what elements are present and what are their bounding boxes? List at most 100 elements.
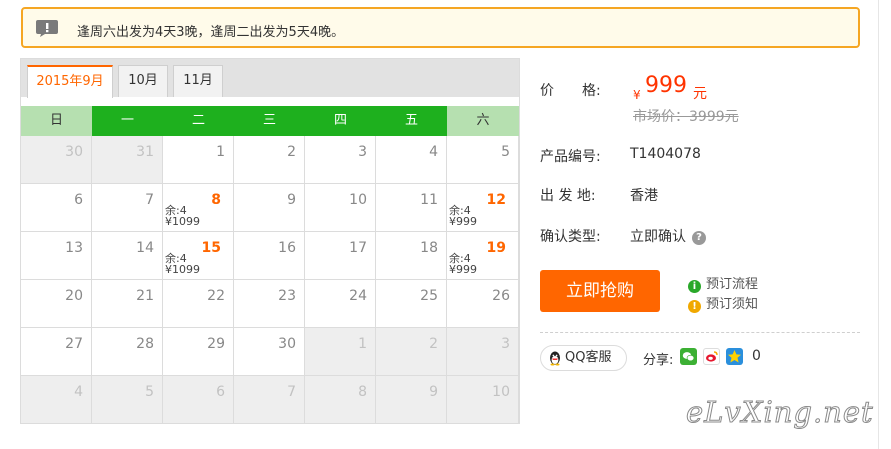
day-number: 13: [65, 240, 83, 256]
share-label: 分享:: [643, 353, 674, 368]
day-number: 17: [349, 240, 367, 256]
calendar-day[interactable]: 8 余:4 ¥1099: [163, 184, 234, 232]
calendar-day: 4: [21, 376, 92, 424]
wechat-icon[interactable]: [680, 348, 697, 365]
booking-flow-link[interactable]: i 预订流程: [688, 273, 758, 293]
day-number: 3: [501, 336, 510, 352]
day-number: 14: [136, 240, 154, 256]
month-tabs: 2015年9月 10月 11月: [21, 59, 519, 98]
day-number: 9: [429, 384, 438, 400]
calendar-day: 8: [305, 376, 376, 424]
calendar-day: 7: [92, 184, 163, 232]
alert-icon: [36, 20, 58, 37]
confirm-label: 确认类型:: [540, 229, 601, 245]
departure-label: 出 发 地:: [540, 188, 596, 204]
day-number: 27: [65, 336, 83, 352]
weekday-header: 日一二三四五六: [21, 106, 519, 136]
calendar-day: 26: [447, 280, 519, 328]
calendar-day: 3: [447, 328, 519, 376]
code-label: 产品编号:: [540, 149, 601, 165]
day-number: 7: [145, 192, 154, 208]
day-number: 1: [358, 336, 367, 352]
calendar-day: 27: [21, 328, 92, 376]
calendar-day[interactable]: 15 余:4 ¥1099: [163, 232, 234, 280]
calendar-day: 30: [234, 328, 305, 376]
weekday-5: 五: [376, 106, 447, 136]
calendar-day: 30: [21, 136, 92, 184]
day-number: 22: [207, 288, 225, 304]
page-edge: [878, 0, 879, 449]
day-number: 29: [207, 336, 225, 352]
day-number: 16: [278, 240, 296, 256]
day-number: 19: [486, 240, 506, 256]
calendar-day: 16: [234, 232, 305, 280]
qq-service-label: QQ客服: [565, 350, 612, 365]
weekday-0: 日: [21, 106, 92, 136]
day-number: 18: [420, 240, 438, 256]
day-price: ¥999: [449, 215, 477, 228]
price-unit: 元: [693, 86, 707, 102]
calendar-day: 18: [376, 232, 447, 280]
day-number: 7: [287, 384, 296, 400]
day-number: 25: [420, 288, 438, 304]
day-number: 8: [211, 192, 221, 208]
divider: [540, 332, 860, 333]
booking-notice-link[interactable]: ! 预订须知: [688, 293, 758, 313]
weekday-4: 四: [305, 106, 376, 136]
day-number: 11: [420, 192, 438, 208]
day-number: 21: [136, 288, 154, 304]
help-icon[interactable]: ?: [692, 231, 706, 245]
weekday-2: 二: [163, 106, 234, 136]
tab-11[interactable]: 11月: [173, 65, 223, 97]
calendar-day: 9: [376, 376, 447, 424]
booking-notice-label: 预订须知: [706, 297, 759, 312]
qq-penguin-icon: [550, 351, 560, 366]
day-number: 24: [349, 288, 367, 304]
tab-10[interactable]: 10月: [118, 65, 168, 97]
watermark: eLvXing.net: [686, 395, 874, 430]
calendar-day: 9: [234, 184, 305, 232]
calendar-day: 1: [163, 136, 234, 184]
day-number: 5: [501, 144, 510, 160]
day-number: 9: [287, 192, 296, 208]
calendar-day: 31: [92, 136, 163, 184]
calendar-day: 29: [163, 328, 234, 376]
confirm-text: 立即确认: [630, 229, 686, 245]
day-number: 2: [429, 336, 438, 352]
weekday-1: 一: [92, 106, 163, 136]
calendar-day: 14: [92, 232, 163, 280]
day-number: 28: [136, 336, 154, 352]
day-number: 23: [278, 288, 296, 304]
calendar-day[interactable]: 12 余:4 ¥999: [447, 184, 519, 232]
tab-2015-09[interactable]: 2015年9月: [27, 65, 113, 98]
calendar-day: 10: [305, 184, 376, 232]
price-value: 999: [645, 73, 687, 98]
day-number: 15: [201, 240, 221, 256]
calendar-day: 2: [376, 328, 447, 376]
departure-calendar: 2015年9月 10月 11月 日一二三四五六 30 31 1 2 3 4 5 6 7 8 余:4 ¥…: [20, 58, 520, 424]
buy-now-button[interactable]: 立即抢购: [540, 270, 660, 312]
calendar-day: 17: [305, 232, 376, 280]
calendar-day: 20: [21, 280, 92, 328]
day-number: 10: [349, 192, 367, 208]
qq-service-button[interactable]: QQ客服: [540, 345, 627, 371]
day-number: 30: [65, 144, 83, 160]
calendar-day[interactable]: 19 余:4 ¥999: [447, 232, 519, 280]
calendar-day: 6: [21, 184, 92, 232]
day-number: 4: [74, 384, 83, 400]
weibo-icon[interactable]: [703, 348, 720, 365]
weekday-3: 三: [234, 106, 305, 136]
notice-text: 逢周六出发为4天3晚，逢周二出发为5天4晚。: [77, 25, 345, 40]
calendar-day: 6: [163, 376, 234, 424]
qzone-icon[interactable]: [726, 348, 743, 365]
day-number: 6: [216, 384, 225, 400]
calendar-day: 10: [447, 376, 519, 424]
product-code: T1404078: [630, 146, 701, 162]
day-number: 5: [145, 384, 154, 400]
day-number: 8: [358, 384, 367, 400]
calendar-day: 21: [92, 280, 163, 328]
product-info: 价 格: ¥ 999 元 市场价：3999元 产品编号: T1404078 出 …: [540, 0, 870, 449]
day-number: 3: [358, 144, 367, 160]
price-label: 价 格:: [540, 83, 601, 99]
calendar-day: 11: [376, 184, 447, 232]
